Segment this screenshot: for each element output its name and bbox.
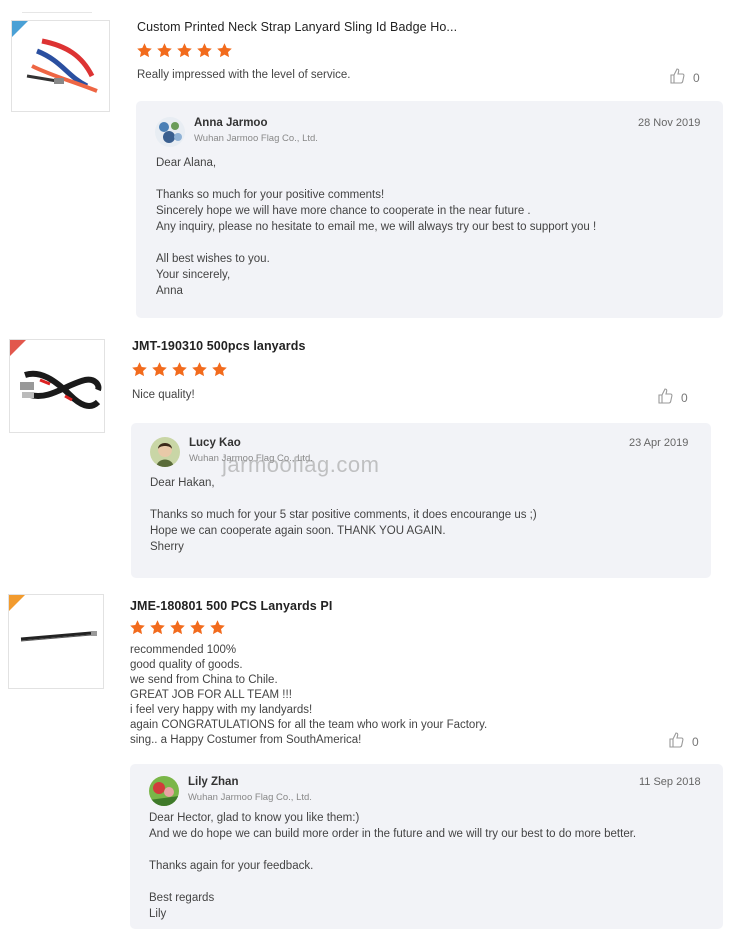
reply-date: 11 Sep 2018 [639,776,701,788]
star-icon [170,620,185,635]
reply-text: Dear Alana, Thanks so much for your posi… [156,157,597,297]
product-thumbnail[interactable] [11,20,110,112]
like-button[interactable]: 0 [668,732,699,751]
star-icon [192,362,207,377]
seller-reply: Lucy Kao Wuhan Jarmoo Flag Co., Ltd. 23 … [131,423,711,578]
product-thumbnail[interactable] [8,594,104,689]
star-icon [210,620,225,635]
thumbs-up-icon [668,732,684,751]
star-icon [137,43,152,58]
avatar [155,117,185,147]
star-icon [157,43,172,58]
seller-name: Lily Zhan [188,776,239,788]
star-icon [197,43,212,58]
seller-reply: Lily Zhan Wuhan Jarmoo Flag Co., Ltd. 11… [130,764,723,929]
review-1: Custom Printed Neck Strap Lanyard Sling … [0,0,730,320]
product-thumbnail[interactable] [9,339,105,433]
avatar [150,437,180,467]
star-icon [212,362,227,377]
avatar [149,776,179,806]
star-rating [129,619,226,637]
thumbs-up-icon [669,68,685,87]
star-rating [136,42,233,60]
like-count: 0 [693,70,700,85]
seller-name: Anna Jarmoo [194,117,268,129]
seller-reply: Anna Jarmoo Wuhan Jarmoo Flag Co., Ltd. … [136,101,723,318]
badge-corner [12,21,28,37]
product-title[interactable]: Custom Printed Neck Strap Lanyard Sling … [137,20,457,34]
star-icon [177,43,192,58]
star-icon [132,362,147,377]
product-title[interactable]: JME-180801 500 PCS Lanyards PI [130,599,332,613]
like-count: 0 [681,390,688,405]
like-button[interactable]: 0 [657,388,688,407]
badge-corner [10,340,26,356]
star-rating [131,361,228,379]
review-comment: Nice quality! [132,389,195,401]
star-icon [152,362,167,377]
seller-company: Wuhan Jarmoo Flag Co., Ltd. [189,453,313,464]
review-comment: Really impressed with the level of servi… [137,69,351,81]
like-button[interactable]: 0 [669,68,700,87]
reply-date: 28 Nov 2019 [638,117,701,129]
reply-date: 23 Apr 2019 [629,437,689,449]
star-icon [150,620,165,635]
seller-name: Lucy Kao [189,437,241,449]
star-icon [217,43,232,58]
seller-company: Wuhan Jarmoo Flag Co., Ltd. [188,792,312,803]
review-3: JME-180801 500 PCS Lanyards PI recommend… [0,588,730,931]
badge-corner [9,595,25,611]
star-icon [172,362,187,377]
product-title[interactable]: JMT-190310 500pcs lanyards [132,339,306,353]
reply-text: Dear Hakan, Thanks so much for your 5 st… [150,477,537,553]
star-icon [130,620,145,635]
star-icon [190,620,205,635]
seller-company: Wuhan Jarmoo Flag Co., Ltd. [194,133,318,144]
thumbs-up-icon [657,388,673,407]
like-count: 0 [692,734,699,749]
reply-text: Dear Hector, glad to know you like them:… [149,812,637,920]
review-comment: recommended 100% good quality of goods. … [130,644,488,746]
review-2: JMT-190310 500pcs lanyards Nice quality!… [0,330,730,580]
